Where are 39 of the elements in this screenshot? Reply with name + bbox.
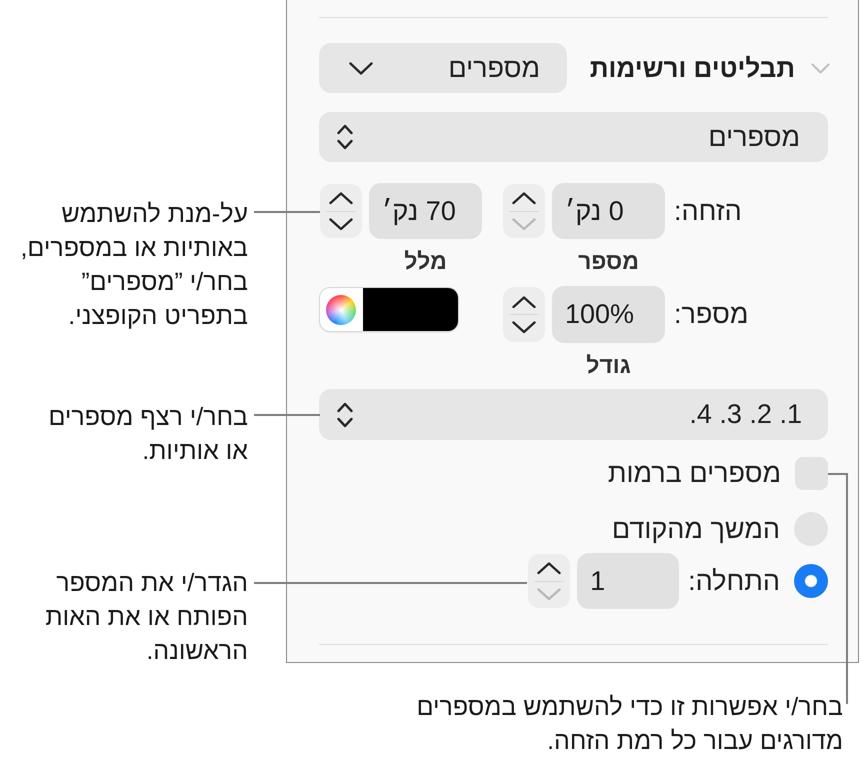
- leader-line: [254, 414, 320, 416]
- start-number-field[interactable]: 1: [577, 553, 680, 609]
- checkbox[interactable]: [795, 457, 828, 490]
- chevron-down-icon[interactable]: [512, 321, 536, 334]
- chevron-up-icon[interactable]: [329, 192, 353, 204]
- option-label: המשך מהקודם: [612, 516, 780, 542]
- stepper[interactable]: [503, 184, 545, 238]
- sequence-popup-button[interactable]: 1. 2. 3. 4.: [319, 389, 828, 440]
- stepper[interactable]: [503, 287, 545, 342]
- list-type-popup-button[interactable]: מספרים: [319, 112, 828, 162]
- field-label: מספר:: [674, 298, 748, 331]
- field-caption: גודל: [585, 353, 632, 377]
- up-down-chevron-icon[interactable]: [337, 124, 353, 150]
- color-wheel-icon[interactable]: [326, 294, 356, 324]
- leader-line: [254, 211, 320, 213]
- color-well[interactable]: [320, 288, 458, 331]
- callout-text: בחר/י רצף מספרים או אותיות.: [48, 402, 248, 467]
- chevron-down-icon[interactable]: [349, 62, 373, 74]
- stepper[interactable]: [528, 554, 570, 608]
- option-label: מספרים ברמות: [608, 460, 781, 487]
- section-title: תבליטים ורשימות: [590, 55, 795, 81]
- callout-text: בחר/י אפשרות זו כדי להשתמש במספרים מדורגים עבור כל רמת הזחה.: [416, 692, 843, 757]
- radio-button[interactable]: [794, 564, 828, 598]
- number-size-field[interactable]: 100%: [552, 286, 665, 343]
- option-label: התחלה:: [688, 568, 780, 594]
- number-indent-field[interactable]: 0 נק׳: [552, 183, 665, 239]
- field-caption: מלל: [403, 249, 448, 273]
- chevron-up-icon[interactable]: [537, 562, 562, 574]
- callout-text: הגדר/י את המספר הפותח או את האות הראשונה.: [45, 568, 248, 667]
- stepper[interactable]: [320, 184, 362, 238]
- chevron-down-icon[interactable]: [329, 218, 353, 230]
- style-popup-button[interactable]: מספרים: [319, 43, 567, 93]
- field-label: הזחה:: [674, 195, 742, 228]
- chevron-up-icon[interactable]: [512, 296, 536, 308]
- up-down-chevron-icon[interactable]: [337, 402, 353, 428]
- text-indent-field[interactable]: 70 נק׳: [369, 183, 482, 239]
- chevron-up-icon[interactable]: [512, 192, 536, 204]
- callout-text: על-מנת להשתמש באותיות או במספרים, בחר/י ”מספרים” בתפריט הקופצני.: [20, 199, 248, 332]
- field-caption: מספר: [577, 249, 640, 273]
